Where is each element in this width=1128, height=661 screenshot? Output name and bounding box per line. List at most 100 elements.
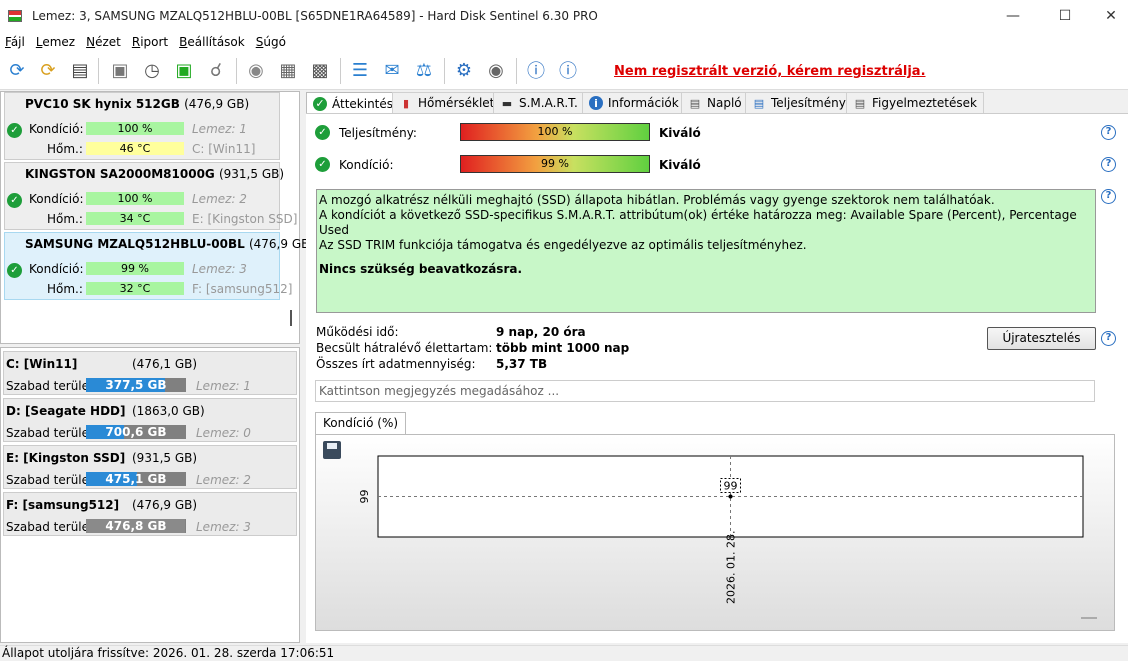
mail-icon[interactable]: ✉ [378,56,406,84]
lifetime-value: több mint 1000 nap [496,341,630,355]
data-label: 99 [724,480,738,493]
close-icon[interactable]: ✕ [1088,0,1128,32]
disk-tool-icon[interactable]: ▦ [274,56,302,84]
disk-name: PVC10 SK hynix 512GB (476,9 GB) [25,97,250,111]
help-icon[interactable]: ⓘ [522,56,550,84]
drive-ref: E: [Kingston SSD] [192,212,298,226]
condition-bar: 100 % [86,192,184,205]
partition-item-e[interactable]: E: [Kingston SSD] (931,5 GB) Szabad terü… [3,445,297,489]
retest-button[interactable]: Újratesztelés [987,327,1096,350]
status-bar: Állapot utoljára frissítve: 2026. 01. 28… [0,645,1128,660]
help-icon[interactable]: ? [1101,157,1116,172]
partition-size: (1863,0 GB) [132,404,205,418]
menu-bar: Fájl Lemez Nézet Riport Beállítások Súgó [0,32,1128,52]
status-summary: A mozgó alkatrész nélküli meghajtó (SSD)… [316,189,1096,313]
network-icon[interactable]: ⚖ [410,56,438,84]
condition-verdict: Kiváló [659,158,701,172]
menu-help[interactable]: Súgó [256,35,286,49]
performance-label: Teljesítmény: [339,126,417,140]
disk-ref: Lemez: 3 [192,262,247,276]
disk-clock-icon[interactable]: ◷ [138,56,166,84]
disk-item-3[interactable]: SAMSUNG MZALQ512HBLU-00BL (476,9 GB) ✓ K… [4,232,314,300]
performance-icon: ▤ [753,96,765,110]
settings-gear-icon[interactable]: ⚙ [450,56,478,84]
svg-text:2026. 01. 28.: 2026. 01. 28. [725,531,738,604]
free-space-bar: 377,5 GB [86,378,186,392]
disk-name: KINGSTON SA2000M81000G (931,5 GB) [25,167,285,181]
condition-bar: 100 % [86,122,184,135]
maximize-icon[interactable]: ☐ [1042,0,1088,32]
free-space-label: Szabad terület [6,520,94,534]
partition-name: C: [Win11] [6,357,78,371]
menu-settings[interactable]: Beállítások [179,35,245,49]
menu-disk[interactable]: Lemez [36,35,75,49]
disk-tool2-icon[interactable]: ▩ [306,56,334,84]
tab-log[interactable]: ▤ Napló [681,92,749,113]
sound-icon[interactable]: ◉ [482,56,510,84]
summary-line: Az SSD TRIM funkciója támogatva és enged… [319,238,807,252]
title-bar: Lemez: 3, SAMSUNG MZALQ512HBLU-00BL [S65… [0,0,1128,32]
disk-item-2[interactable]: KINGSTON SA2000M81000G (931,5 GB) ✓ Kond… [4,162,297,230]
check-icon: ✓ [315,157,330,172]
tab-overview[interactable]: ✓ Áttekintés [306,92,401,114]
temp-bar: 46 °C [86,142,184,155]
drive-ref: F: [samsung512] [192,282,293,296]
uptime-label: Működési idő: [316,325,399,339]
disk-check-icon[interactable]: ▣ [170,56,198,84]
summary-action: Nincs szükség beavatkozásra. [319,262,523,276]
partition-item-c[interactable]: C: [Win11] (476,1 GB) Szabad terület 377… [3,351,297,395]
chart-svg: 99 2026. 01. 28. 99 [358,455,1097,619]
temp-label: Hőm.: [47,282,83,296]
menu-file[interactable]: Fájl [5,35,25,49]
help-icon[interactable]: ? [1101,331,1116,346]
disk-icon[interactable]: ▣ [106,56,134,84]
partition-item-d[interactable]: D: [Seagate HDD] (1863,0 GB) Szabad terü… [3,398,297,442]
info-icon[interactable]: ⓘ [554,56,582,84]
tab-alerts[interactable]: ▤ Figyelmeztetések [846,92,984,113]
note-input[interactable]: Kattintson megjegyzés megadásához ... [315,380,1095,402]
free-space-bar: 475,1 GB [86,472,186,486]
refresh-all-icon[interactable]: ⟳ [34,56,62,84]
help-icon[interactable]: ? [1101,125,1116,140]
partition-size: (476,1 GB) [132,357,198,371]
minimize-icon[interactable]: — [990,0,1036,32]
tab-information[interactable]: i Információk [582,92,686,113]
tab-temperature[interactable]: ▮ Hőmérséklet [392,92,502,113]
check-icon: ✓ [7,193,22,208]
temp-label: Hőm.: [47,212,83,226]
tab-smart[interactable]: ▬ S.M.A.R.T. [493,92,585,113]
check-icon: ✓ [313,96,327,111]
partition-name: F: [samsung512] [6,498,120,512]
register-link[interactable]: Nem regisztrált verzió, kérem regisztrál… [614,64,926,79]
tab-performance[interactable]: ▤ Teljesítmény [745,92,853,113]
window-title: Lemez: 3, SAMSUNG MZALQ512HBLU-00BL [S65… [32,9,598,23]
report-icon[interactable]: ☰ [346,56,374,84]
temp-label: Hőm.: [47,142,83,156]
scrollbar[interactable] [290,310,292,326]
disk-name: SAMSUNG MZALQ512HBLU-00BL (476,9 GB) [25,237,315,251]
partition-item-f[interactable]: F: [samsung512] (476,9 GB) Szabad terüle… [3,492,297,536]
surface-test-icon[interactable]: ◉ [242,56,270,84]
disk-list-icon[interactable]: ▤ [66,56,94,84]
tab-condition-chart[interactable]: Kondíció (%) [315,412,407,434]
performance-verdict: Kiváló [659,126,701,140]
help-icon[interactable]: ? [1101,189,1116,204]
condition-label: Kondíció: [29,262,84,276]
drive-ref: C: [Win11] [192,142,256,156]
condition-label: Kondíció: [29,192,84,206]
disk-search-icon[interactable]: ☌ [202,56,230,84]
partition-list: C: [Win11] (476,1 GB) Szabad terület 377… [0,347,300,643]
disk-list: PVC10 SK hynix 512GB (476,9 GB) ✓ Kondíc… [0,91,314,344]
lifetime-label: Becsült hátralévő élettartam: [316,341,493,355]
refresh-icon[interactable]: ⟳ [3,56,31,84]
log-icon: ▤ [689,96,701,110]
disk-item-1[interactable]: PVC10 SK hynix 512GB (476,9 GB) ✓ Kondíc… [4,92,280,160]
menu-view[interactable]: Nézet [86,35,121,49]
partition-name: D: [Seagate HDD] [6,404,126,418]
menu-report[interactable]: Riport [132,35,168,49]
written-label: Összes írt adatmennyiség: [316,357,476,371]
free-space-bar: 476,8 GB [86,519,186,533]
disk-ref: Lemez: 1 [196,379,251,393]
alerts-icon: ▤ [854,96,866,110]
free-space-label: Szabad terület [6,426,94,440]
